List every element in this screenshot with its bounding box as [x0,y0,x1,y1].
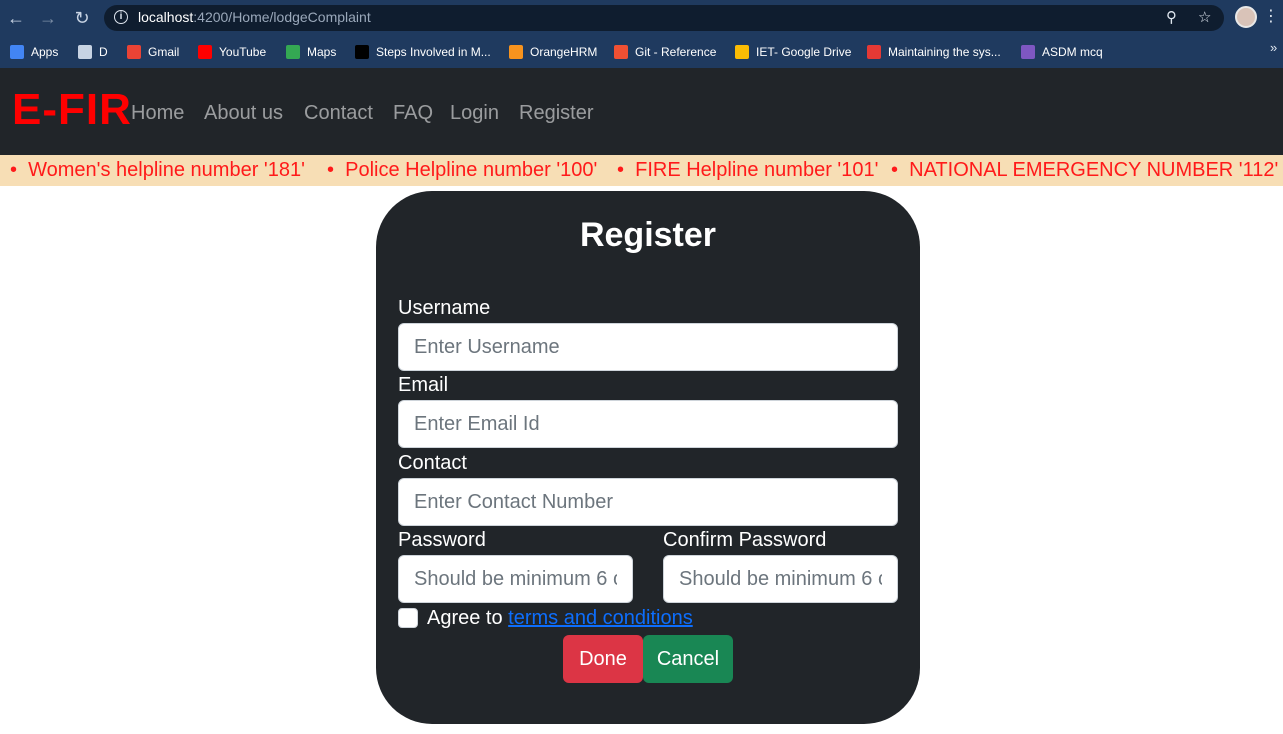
bookmark-label: Steps Involved in M... [376,45,491,59]
bookmark-label: IET- Google Drive [756,45,852,59]
email-input[interactable] [398,400,898,448]
bookmark-item[interactable]: Git - Reference [614,43,716,61]
email-label: Email [398,374,449,396]
cancel-button[interactable]: Cancel [643,635,733,683]
marquee-item-text: Police Helpline number '100' [345,159,598,181]
marquee-item-text: Women's helpline number '181' [28,159,305,181]
bookmark-item[interactable]: ASDM mcq [1021,43,1103,61]
bookmark-item[interactable]: OrangeHRM [509,43,597,61]
password-input[interactable] [398,555,633,603]
agree-text: Agree to terms and conditions [427,607,693,630]
bookmark-star-icon[interactable]: ☆ [1198,8,1211,26]
bookmark-label: D [99,45,108,59]
nav-about-us[interactable]: About us [204,102,283,125]
url-text[interactable]: localhost:4200/Home/lodgeComplaint [138,9,371,25]
bookmark-item[interactable]: D [78,43,108,61]
marquee-item: • NATIONAL EMERGENCY NUMBER '112' [891,159,1279,181]
site-navbar: E-FIR Home About us Contact FAQ Login Re… [0,68,1283,155]
list-icon [1021,45,1035,59]
bookmark-item[interactable]: Maintaining the sys... [867,43,1001,61]
c-logo-icon [867,45,881,59]
orangehrm-icon [509,45,523,59]
globe-icon [78,45,92,59]
done-button[interactable]: Done [563,635,643,683]
nav-register[interactable]: Register [519,102,593,125]
terms-checkbox[interactable] [398,608,418,628]
contact-label: Contact [398,452,467,474]
username-input[interactable] [398,323,898,371]
browser-toolbar: ← → ↻ i localhost:4200/Home/lodgeComplai… [0,0,1283,36]
bookmark-item[interactable]: YouTube [198,43,266,61]
git-icon [614,45,628,59]
agree-label: Agree to [427,607,503,629]
bookmark-label: OrangeHRM [530,45,598,59]
nav-login[interactable]: Login [450,102,499,125]
bookmark-label: Git - Reference [635,45,717,59]
profile-avatar[interactable] [1235,6,1257,28]
bookmark-label: Maintaining the sys... [888,45,1001,59]
bookmark-label: ASDM mcq [1042,45,1103,59]
marquee-item: • FIRE Helpline number '101' [617,159,879,181]
google-drive-icon [735,45,749,59]
bookmarks-overflow-icon[interactable]: » [1270,40,1277,55]
back-arrow-icon[interactable]: ← [6,8,26,28]
brand-logo[interactable]: E-FIR [12,85,132,135]
register-card: Register Username Email Contact Password… [376,191,920,724]
nav-home[interactable]: Home [131,102,184,125]
marquee-item-text: FIRE Helpline number '101' [635,159,879,181]
bookmark-label: Maps [307,45,337,59]
nav-contact[interactable]: Contact [304,102,373,125]
bookmark-item[interactable]: Gmail [127,43,179,61]
confirm-password-input[interactable] [663,555,898,603]
username-label: Username [398,297,491,319]
maps-icon [286,45,300,59]
youtube-icon [198,45,212,59]
reload-icon[interactable]: ↻ [72,8,92,28]
bookmark-item[interactable]: Apps [10,43,58,61]
medium-icon [355,45,369,59]
site-info-icon[interactable]: i [114,10,128,24]
bookmark-item[interactable]: Steps Involved in M... [355,43,491,61]
bookmark-label: Apps [31,45,59,59]
apps-grid-icon [10,45,24,59]
marquee-item-text: NATIONAL EMERGENCY NUMBER '112' [909,159,1279,181]
menu-dots-icon[interactable]: ⋮ [1263,7,1279,27]
register-title: Register [579,216,717,254]
helpline-marquee: • Women's helpline number '181' • Police… [0,155,1283,186]
gmail-icon [127,45,141,59]
nav-faq[interactable]: FAQ [393,102,433,125]
marquee-item: • Women's helpline number '181' [10,159,305,181]
forward-arrow-icon[interactable]: → [38,8,58,28]
url-path: :4200/Home/lodgeComplaint [193,9,371,25]
password-label: Password [398,529,486,551]
zoom-icon[interactable]: ⚲ [1166,8,1177,26]
bookmark-label: Gmail [148,45,180,59]
bookmarks-bar: Apps D Gmail YouTube Maps Steps Involved in M… [0,36,1283,68]
marquee-item: • Police Helpline number '100' [327,159,598,181]
bookmark-label: YouTube [219,45,267,59]
bookmark-item[interactable]: Maps [286,43,336,61]
url-host: localhost [138,9,194,25]
terms-link[interactable]: terms and conditions [508,607,693,629]
bookmark-item[interactable]: IET- Google Drive [735,43,851,61]
contact-input[interactable] [398,478,898,526]
confirm-password-label: Confirm Password [663,529,827,551]
